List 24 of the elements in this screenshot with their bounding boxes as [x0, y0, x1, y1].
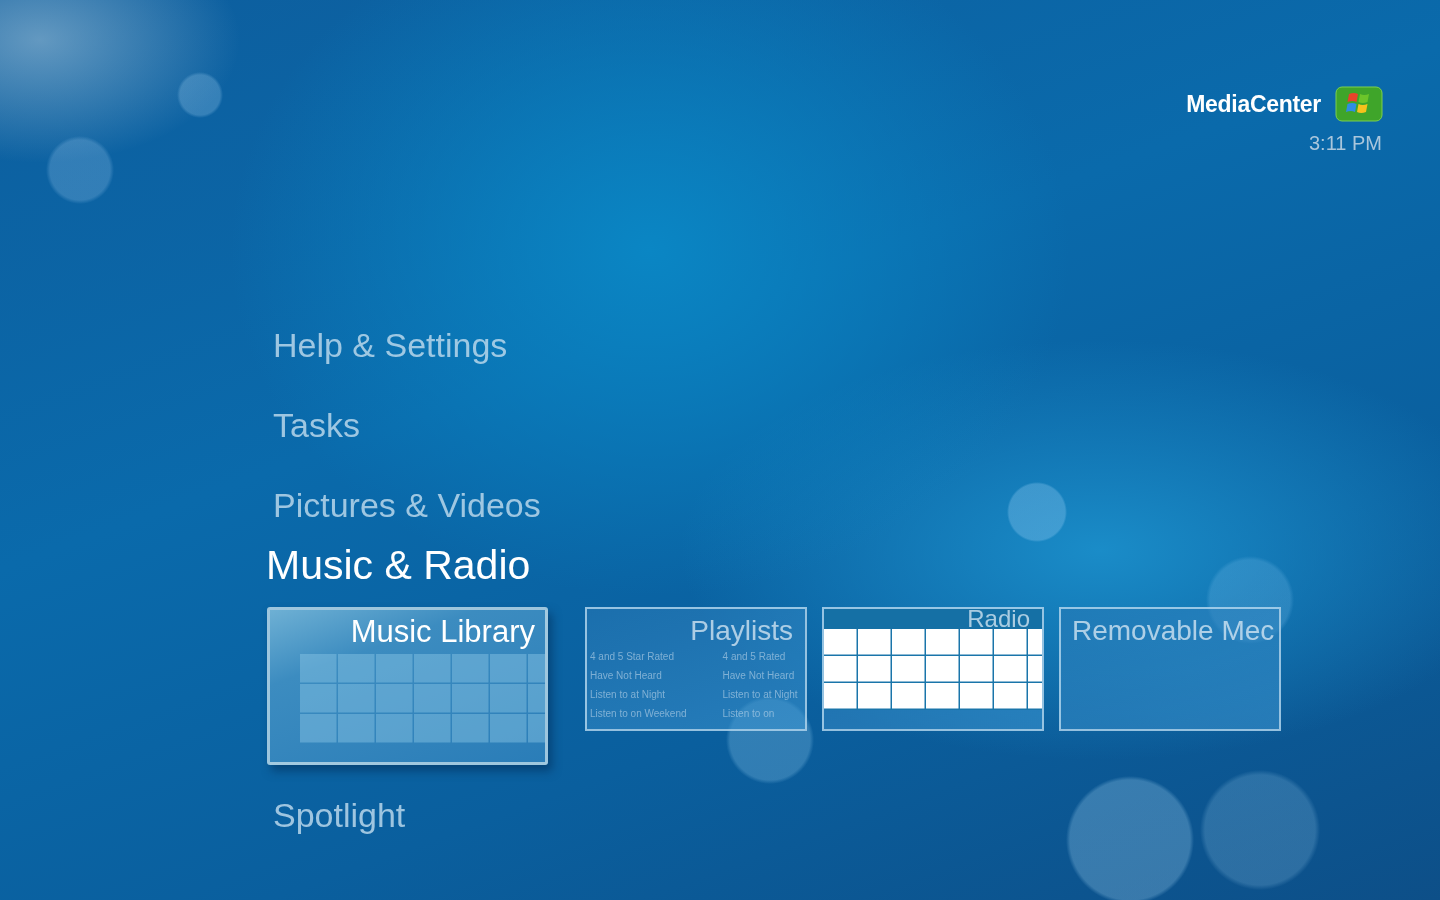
tile-title: Playlists — [690, 613, 794, 647]
playlist-name: 4 and 5 Star Rated — [590, 649, 675, 664]
tile-title: Radio — [967, 608, 1031, 629]
clock-time: 3:11 PM — [1309, 132, 1382, 155]
playlist-name: Listen to on — [722, 706, 776, 721]
menu-item[interactable]: Tasks — [273, 395, 360, 455]
playlist-name: Have Not Heard — [722, 668, 796, 683]
brand-name: MediaCenter — [1186, 90, 1321, 118]
menu-tile[interactable]: Removable Mec — [1059, 606, 1281, 731]
menu-item[interactable]: Spotlight — [273, 785, 406, 845]
playlist-name: 4 and 5 Rated — [722, 649, 787, 664]
menu-item[interactable]: Pictures & Videos — [273, 475, 541, 535]
tile-title: Music Library — [350, 613, 536, 648]
menu-item[interactable]: Music & Radio — [266, 535, 531, 595]
playlist-name: Have Not Heard — [590, 668, 663, 683]
playlist-name: Listen to at Night — [590, 687, 667, 702]
menu-tile[interactable]: Music Library — [267, 607, 548, 765]
playlist-name: Listen to at Night — [722, 687, 798, 702]
playlist-name: Listen to on Weekend — [590, 706, 687, 721]
tile-title: Removable Mec — [1071, 613, 1276, 647]
menu-item[interactable]: Help & Settings — [273, 315, 508, 375]
menu-tile[interactable]: Playlists 4 and 5 Star Rated Have Not Heard Listen to at Night Listen to on Weekend 4 and 5 Rated Have Not Heard Listen to at Night Listen to on — [585, 606, 807, 731]
windows-logo-icon — [1335, 86, 1383, 122]
menu-tile[interactable]: Radio — [822, 606, 1044, 731]
